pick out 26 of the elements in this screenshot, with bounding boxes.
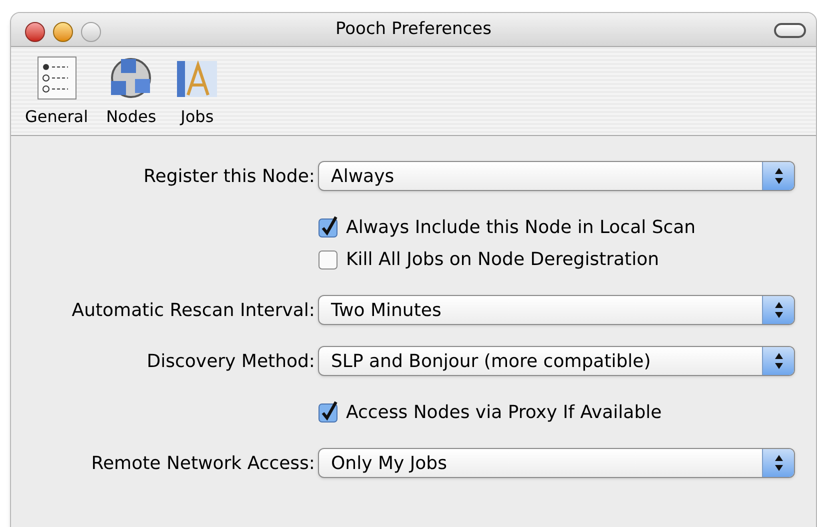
up-down-arrows-icon [774,352,784,370]
popup-menu[interactable]: Two Minutes [318,295,795,325]
window-title: Pooch Preferences [336,18,492,41]
checkbox[interactable] [318,248,340,270]
up-down-arrows-icon [774,454,784,472]
field-label: Automatic Rescan Interval: [72,298,315,322]
checkbox-label: Always Include this Node in Local Scan [346,216,696,240]
toolbar-item[interactable]: Jobs [174,55,220,129]
checkbox-label: Access Nodes via Proxy If Available [346,400,662,424]
toolbar-item[interactable]: Nodes [106,55,156,129]
field-label: Register this Node: [144,164,315,188]
minimize-button[interactable] [53,22,73,42]
up-down-arrows-icon [774,167,784,185]
close-button[interactable] [25,22,45,42]
up-down-arrows-icon [774,301,784,319]
checkbox-label: Kill All Jobs on Node Deregistration [346,248,660,272]
popup-menu[interactable]: Only My Jobs [318,448,795,478]
field-label: Remote Network Access: [91,452,315,476]
list-icon [34,55,79,101]
popup-menu[interactable]: SLP and Bonjour (more compatible) [318,346,795,376]
toolbar-item[interactable]: General [25,55,88,129]
field-label: Discovery Method: [146,350,315,374]
checkbox[interactable] [318,216,340,238]
popup-menu[interactable]: Always [318,161,795,191]
checkbox[interactable] [318,401,340,423]
toolbar-toggle-button[interactable] [774,23,806,38]
